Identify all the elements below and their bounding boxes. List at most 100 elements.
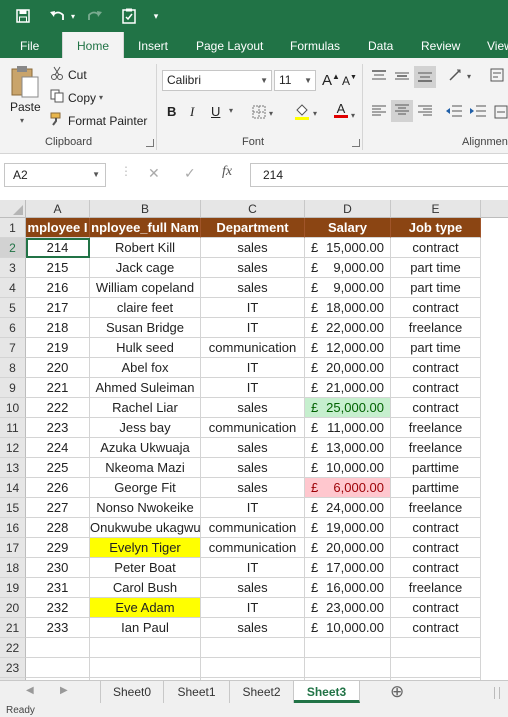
font-color-button[interactable]: A ▾	[334, 102, 355, 127]
sheet-tab-sheet2[interactable]: Sheet2	[230, 681, 294, 703]
italic-button[interactable]: I	[190, 104, 194, 120]
tab-home[interactable]: Home	[62, 32, 124, 58]
row-header-9[interactable]: 9	[0, 378, 26, 398]
tab-page-layout[interactable]: Page Layout	[196, 32, 263, 58]
format-painter-button[interactable]: Format Painter	[50, 112, 147, 129]
paste-icon[interactable]	[8, 64, 42, 100]
table-cell[interactable]: IT	[201, 318, 305, 338]
copy-dropdown-icon[interactable]: ▾	[99, 93, 103, 102]
table-cell[interactable]: sales	[201, 398, 305, 418]
align-right-button[interactable]	[418, 105, 432, 120]
bottom-align-button[interactable]	[414, 66, 436, 88]
table-cell[interactable]: 219	[26, 338, 90, 358]
undo-icon[interactable]	[48, 6, 66, 26]
orientation-button[interactable]: ▾	[448, 68, 471, 85]
table-cell[interactable]: part time	[391, 338, 481, 358]
table-cell[interactable]: £18,000.00	[305, 298, 391, 318]
empty-cell[interactable]	[305, 638, 391, 658]
table-cell[interactable]: part time	[391, 278, 481, 298]
paste-button[interactable]: Paste	[10, 100, 41, 114]
table-cell[interactable]: communication	[201, 338, 305, 358]
table-cell[interactable]: 225	[26, 458, 90, 478]
table-cell[interactable]: Evelyn Tiger	[90, 538, 201, 558]
table-cell[interactable]: 230	[26, 558, 90, 578]
sheet-tab-sheet0[interactable]: Sheet0	[100, 681, 164, 703]
table-cell[interactable]: 216	[26, 278, 90, 298]
font-name-select[interactable]: Calibri ▼	[162, 70, 272, 91]
tab-splitter-handle[interactable]	[494, 687, 500, 699]
table-cell[interactable]: IT	[201, 358, 305, 378]
table-cell[interactable]: £10,000.00	[305, 458, 391, 478]
row-header-10[interactable]: 10	[0, 398, 26, 418]
table-cell[interactable]: IT	[201, 498, 305, 518]
table-cell[interactable]: 228	[26, 518, 90, 538]
table-cell[interactable]: contract	[391, 398, 481, 418]
table-cell[interactable]: 223	[26, 418, 90, 438]
table-cell[interactable]: freelance	[391, 438, 481, 458]
align-left-button[interactable]	[372, 105, 386, 120]
shrink-font-button[interactable]: A ▼	[342, 74, 357, 89]
table-cell[interactable]: £17,000.00	[305, 558, 391, 578]
row-header-2[interactable]: 2	[0, 238, 26, 258]
sheet-tab-sheet1[interactable]: Sheet1	[164, 681, 230, 703]
select-all-corner[interactable]	[0, 200, 26, 218]
table-cell[interactable]: £23,000.00	[305, 598, 391, 618]
empty-cell[interactable]	[305, 658, 391, 678]
row-header-15[interactable]: 15	[0, 498, 26, 518]
row-header-7[interactable]: 7	[0, 338, 26, 358]
table-cell[interactable]: £6,000.00	[305, 478, 391, 498]
table-cell[interactable]: £13,000.00	[305, 438, 391, 458]
table-cell[interactable]: Eve Adam	[90, 598, 201, 618]
row-header-22[interactable]: 22	[0, 638, 26, 658]
table-cell[interactable]: sales	[201, 578, 305, 598]
row-header-1[interactable]: 1	[0, 218, 26, 238]
table-cell[interactable]: IT	[201, 378, 305, 398]
row-header-11[interactable]: 11	[0, 418, 26, 438]
table-cell[interactable]: communication	[201, 418, 305, 438]
table-cell[interactable]: parttime	[391, 458, 481, 478]
table-header-cell[interactable]: Job type	[391, 218, 481, 238]
wrap-text-icon[interactable]	[490, 68, 504, 82]
table-cell[interactable]: sales	[201, 618, 305, 638]
table-cell[interactable]: sales	[201, 238, 305, 258]
table-cell[interactable]: contract	[391, 358, 481, 378]
clipboard-check-icon[interactable]	[120, 6, 138, 26]
table-cell[interactable]: 231	[26, 578, 90, 598]
table-cell[interactable]: William copeland	[90, 278, 201, 298]
table-cell[interactable]: £9,000.00	[305, 258, 391, 278]
table-cell[interactable]: 218	[26, 318, 90, 338]
table-cell[interactable]: Ahmed Suleiman	[90, 378, 201, 398]
table-cell[interactable]: sales	[201, 258, 305, 278]
empty-cell[interactable]	[391, 658, 481, 678]
bold-button[interactable]: B	[167, 104, 176, 119]
scroll-left-icon[interactable]: ◀	[26, 685, 34, 696]
table-cell[interactable]: Abel fox	[90, 358, 201, 378]
table-cell[interactable]: contract	[391, 298, 481, 318]
table-cell[interactable]: Susan Bridge	[90, 318, 201, 338]
table-cell[interactable]: £12,000.00	[305, 338, 391, 358]
row-header-17[interactable]: 17	[0, 538, 26, 558]
row-header-18[interactable]: 18	[0, 558, 26, 578]
table-cell[interactable]: 217	[26, 298, 90, 318]
table-cell[interactable]: £20,000.00	[305, 538, 391, 558]
table-cell[interactable]: Jack cage	[90, 258, 201, 278]
column-header-c[interactable]: C	[201, 200, 305, 218]
borders-button[interactable]: ▾	[252, 105, 273, 122]
table-cell[interactable]: contract	[391, 378, 481, 398]
column-header-b[interactable]: B	[90, 200, 201, 218]
merge-center-icon[interactable]	[494, 105, 508, 119]
table-cell[interactable]: Ian Paul	[90, 618, 201, 638]
align-center-button[interactable]	[391, 100, 413, 122]
table-cell[interactable]: contract	[391, 538, 481, 558]
middle-align-button[interactable]	[395, 70, 409, 85]
table-cell[interactable]: freelance	[391, 578, 481, 598]
empty-cell[interactable]	[26, 658, 90, 678]
table-cell[interactable]: 220	[26, 358, 90, 378]
empty-cell[interactable]	[201, 658, 305, 678]
table-cell[interactable]: freelance	[391, 498, 481, 518]
table-cell[interactable]: Onukwube ukagwu	[90, 518, 201, 538]
table-cell[interactable]: 215	[26, 258, 90, 278]
table-cell[interactable]: freelance	[391, 418, 481, 438]
row-header-14[interactable]: 14	[0, 478, 26, 498]
table-cell[interactable]: communication	[201, 518, 305, 538]
